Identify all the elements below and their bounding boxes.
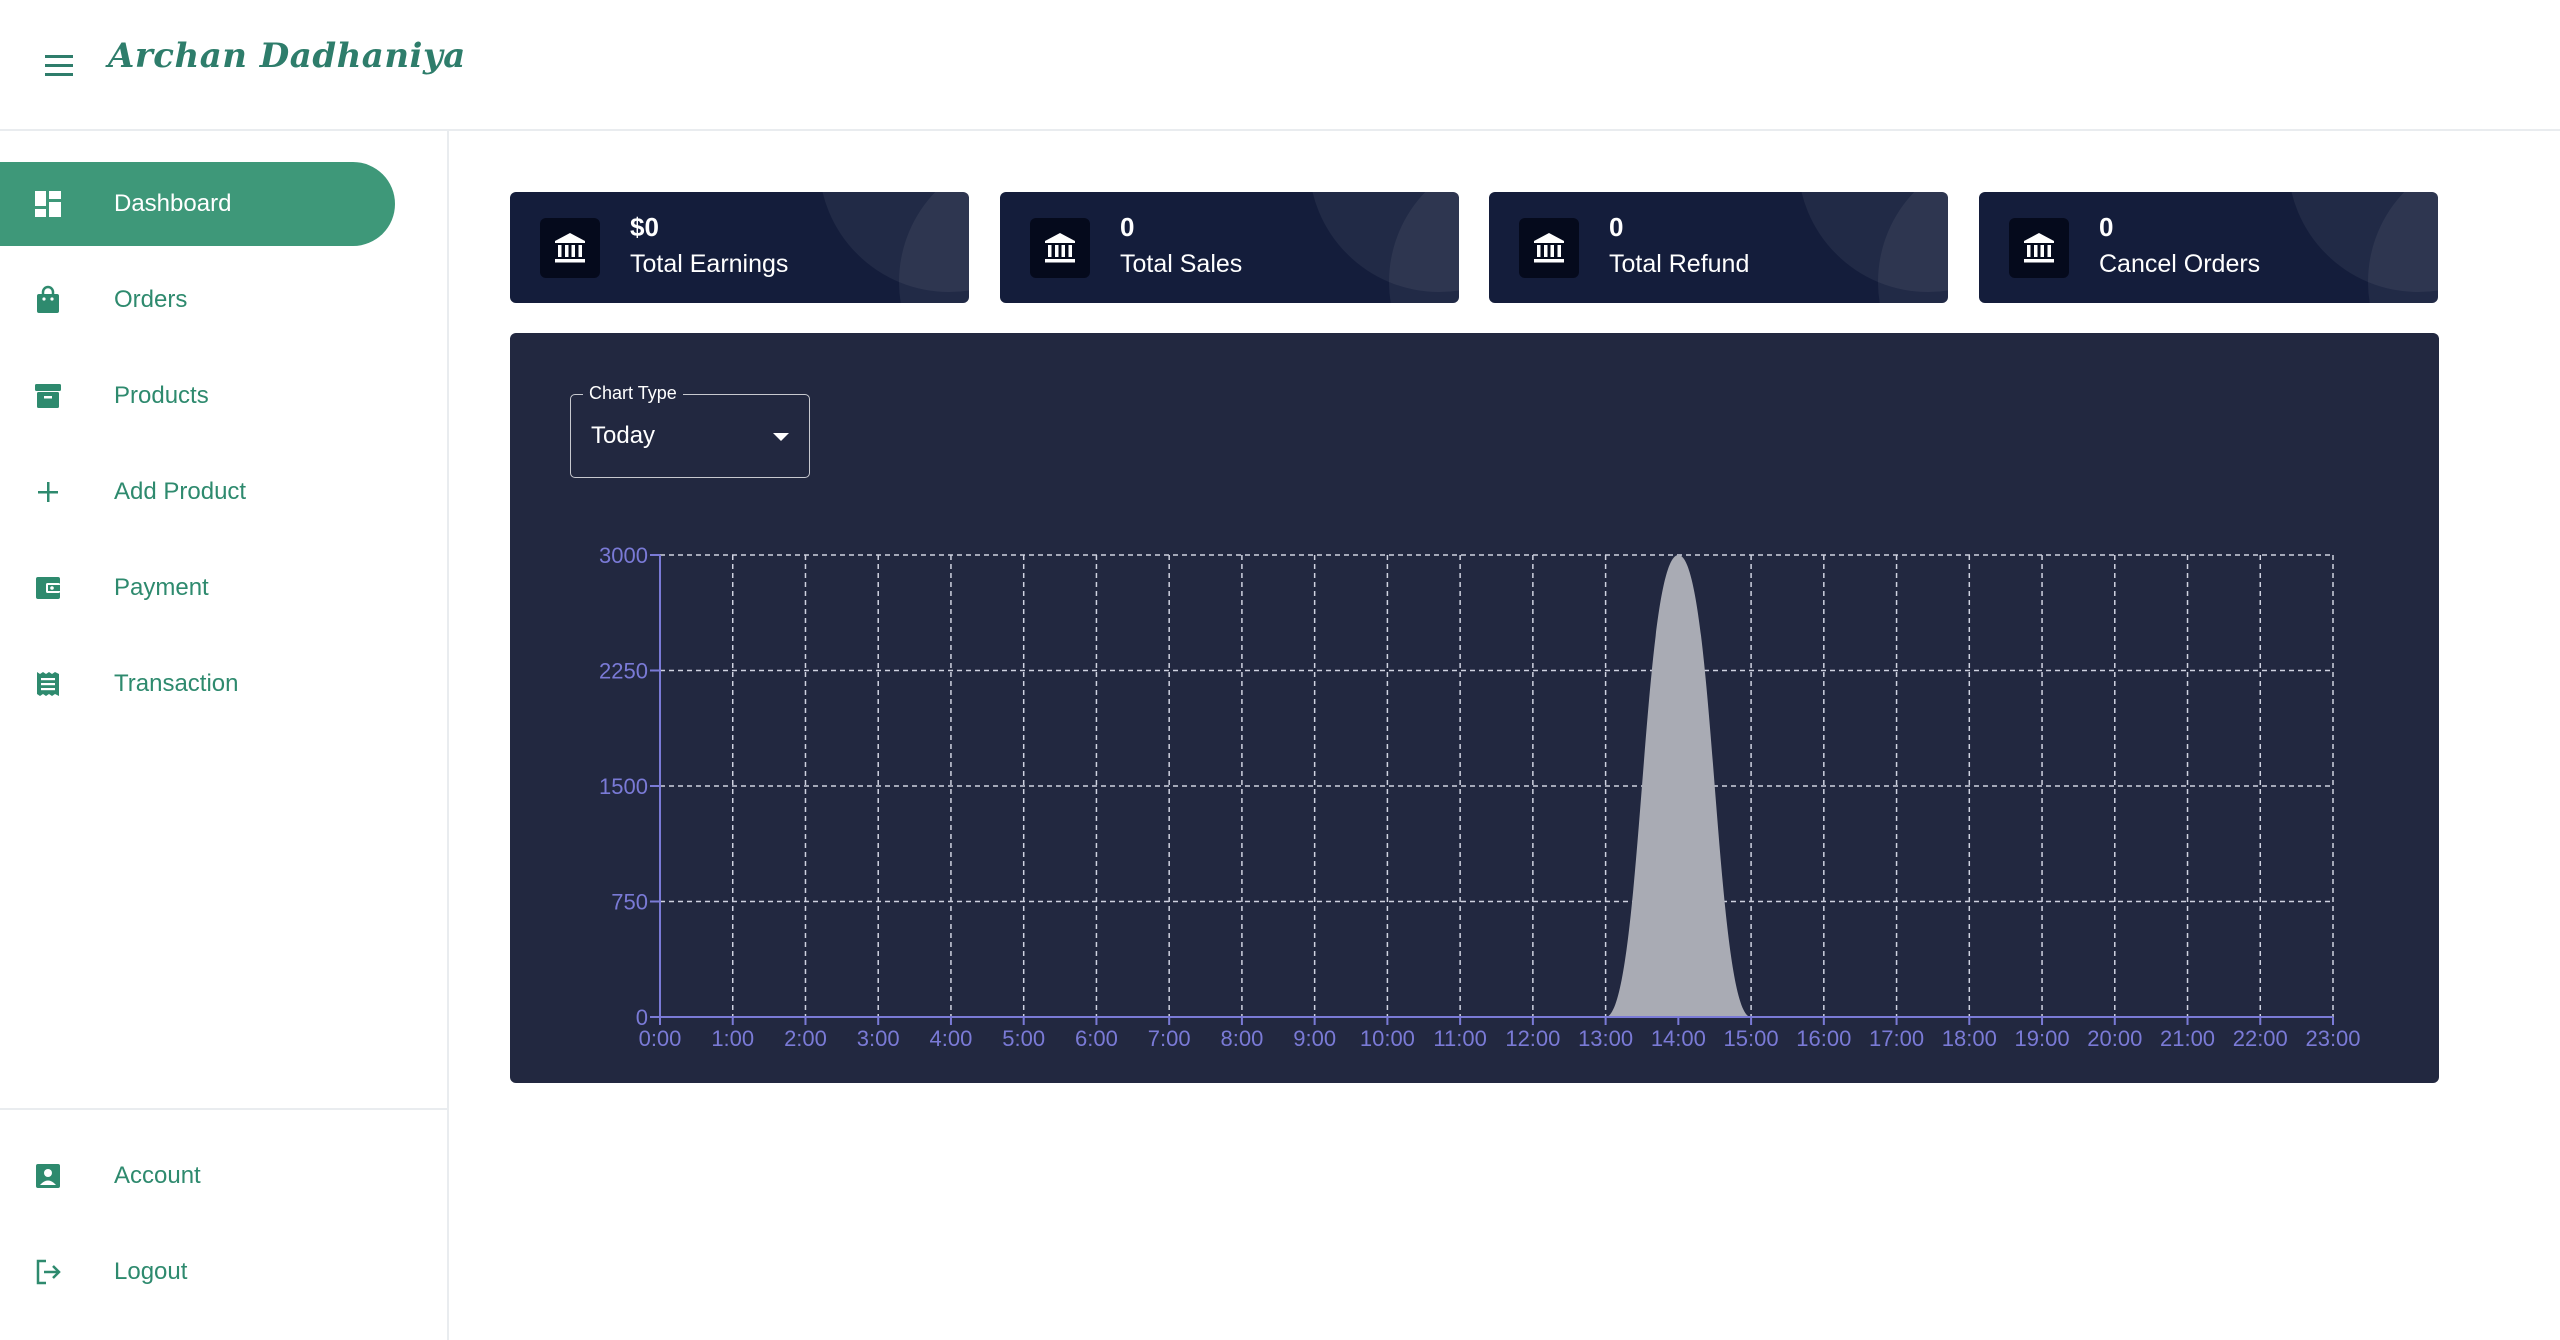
stat-value: 0 (1120, 212, 1135, 242)
sidebar-item-label: Dashboard (114, 190, 232, 217)
x-tick-label: 15:00 (1724, 1026, 1779, 1051)
sidebar-item-payment[interactable]: Payment (0, 546, 395, 630)
stat-label: Total Sales (1120, 250, 1243, 278)
shopping-bag-icon (30, 282, 66, 318)
stat-card-total-earnings: $0 Total Earnings (510, 192, 969, 303)
x-tick-label: 22:00 (2233, 1026, 2288, 1051)
sidebar-item-products[interactable]: Products (0, 354, 395, 438)
y-tick-label: 2250 (599, 659, 648, 684)
stat-card-cancel-orders: 0 Cancel Orders (1979, 192, 2438, 303)
brand-logo-text[interactable]: Archan Dadhaniya (108, 36, 466, 76)
stat-card-total-refund: 0 Total Refund (1489, 192, 1948, 303)
x-tick-label: 1:00 (711, 1026, 754, 1051)
sidebar-item-transaction[interactable]: Transaction (0, 642, 395, 726)
dashboard-icon (30, 186, 66, 222)
sidebar-divider (0, 1108, 447, 1110)
sidebar: Dashboard Orders Products Add Product Pa… (0, 131, 449, 1340)
archive-box-icon (30, 378, 66, 414)
x-tick-label: 0:00 (639, 1026, 682, 1051)
sidebar-item-account[interactable]: Account (0, 1134, 395, 1218)
sidebar-item-label: Transaction (114, 670, 239, 697)
x-tick-label: 18:00 (1942, 1026, 1997, 1051)
bank-icon (1030, 218, 1090, 278)
sidebar-item-label: Payment (114, 574, 209, 601)
sidebar-item-label: Orders (114, 286, 188, 313)
x-tick-label: 19:00 (2015, 1026, 2070, 1051)
x-tick-label: 4:00 (930, 1026, 973, 1051)
sidebar-item-label: Logout (114, 1258, 188, 1285)
x-tick-label: 6:00 (1075, 1026, 1118, 1051)
y-tick-label: 3000 (599, 543, 648, 568)
bank-icon (1519, 218, 1579, 278)
x-tick-label: 9:00 (1293, 1026, 1336, 1051)
stat-value: 0 (2099, 212, 2114, 242)
stat-label: Cancel Orders (2099, 250, 2261, 278)
sidebar-item-logout[interactable]: Logout (0, 1230, 395, 1314)
x-tick-label: 12:00 (1505, 1026, 1560, 1051)
account-box-icon (30, 1158, 66, 1194)
x-tick-label: 11:00 (1433, 1026, 1486, 1051)
sidebar-item-orders[interactable]: Orders (0, 258, 395, 342)
x-tick-label: 5:00 (1002, 1026, 1045, 1051)
receipt-icon (30, 666, 66, 702)
y-tick-label: 1500 (599, 774, 648, 799)
x-tick-label: 7:00 (1148, 1026, 1191, 1051)
x-tick-label: 16:00 (1796, 1026, 1851, 1051)
sidebar-item-dashboard[interactable]: Dashboard (0, 162, 395, 246)
stat-card-total-sales: 0 Total Sales (1000, 192, 1459, 303)
x-tick-label: 3:00 (857, 1026, 900, 1051)
logout-icon (30, 1254, 66, 1290)
x-tick-label: 2:00 (784, 1026, 827, 1051)
hourly-area-chart: 07501500225030000:00 1:00 2:00 3:00 4:00 5:00… (599, 543, 2360, 1051)
bank-icon (540, 218, 600, 278)
y-tick-label: 750 (611, 890, 648, 915)
bank-icon (2009, 218, 2069, 278)
sidebar-item-add-product[interactable]: Add Product (0, 450, 395, 534)
x-tick-label: 23:00 (2305, 1026, 2360, 1051)
x-tick-label: 8:00 (1220, 1026, 1263, 1051)
stat-value: 0 (1609, 212, 1624, 242)
plus-icon (30, 474, 66, 510)
stat-value: $0 (630, 212, 659, 242)
sidebar-item-label: Products (114, 382, 209, 409)
x-tick-label: 10:00 (1360, 1026, 1415, 1051)
wallet-icon (30, 570, 66, 606)
chart-panel: Chart Type Today 0 750 1500 2250 3000 0:00 1:0… (510, 333, 2439, 1083)
stat-label: Total Earnings (630, 250, 789, 278)
x-tick-label: 17:00 (1869, 1026, 1924, 1051)
x-tick-label: 21:00 (2160, 1026, 2215, 1051)
x-tick-label: 13:00 (1578, 1026, 1633, 1051)
sidebar-item-label: Add Product (114, 478, 247, 505)
stat-label: Total Refund (1609, 250, 1750, 278)
sidebar-item-label: Account (114, 1162, 201, 1189)
x-tick-label: 20:00 (2087, 1026, 2142, 1051)
top-app-bar: Archan Dadhaniya (0, 0, 2560, 131)
x-tick-label: 14:00 (1651, 1026, 1706, 1051)
hamburger-menu-icon[interactable] (40, 48, 80, 82)
